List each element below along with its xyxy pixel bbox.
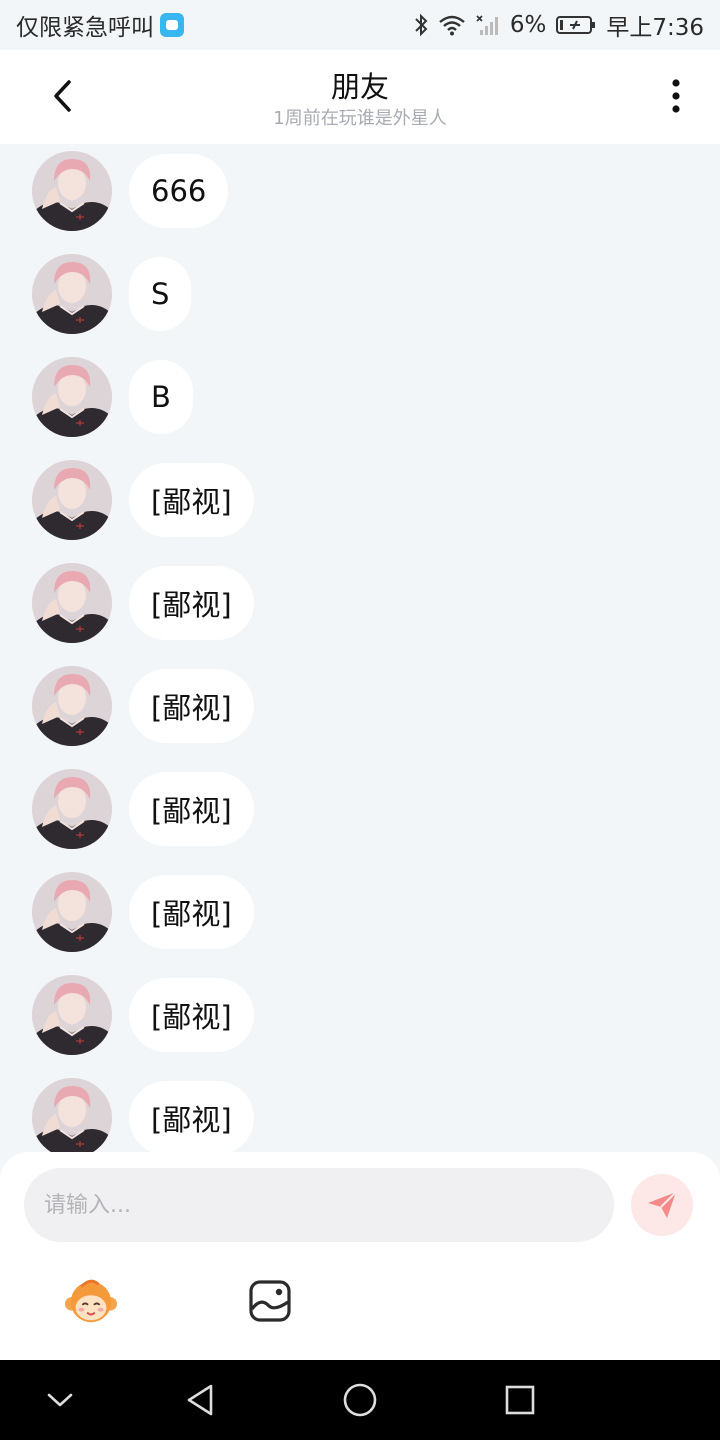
message-row: [鄙视] <box>32 459 254 541</box>
message-input[interactable] <box>24 1168 614 1242</box>
carrier-text: 仅限紧急呼叫 <box>16 15 154 41</box>
message-bubble[interactable]: S <box>129 257 192 331</box>
message-row: [鄙视] <box>32 562 254 644</box>
battery-percent: 6% <box>509 12 547 38</box>
system-nav-bar <box>0 1360 720 1440</box>
wifi-icon <box>439 15 465 36</box>
message-list[interactable]: 666 S B [鄙视] [鄙视] [鄙视] [鄙视] [鄙视] [鄙视] [鄙… <box>0 144 720 1154</box>
recents-nav-button[interactable] <box>494 1374 546 1426</box>
message-bubble[interactable]: [鄙视] <box>129 669 254 743</box>
more-vertical-icon <box>672 79 680 113</box>
page-title: 朋友 <box>330 70 389 104</box>
avatar[interactable] <box>32 769 112 849</box>
message-bubble[interactable]: [鄙视] <box>129 875 254 949</box>
monkey-emoji-icon <box>64 1279 118 1323</box>
home-nav-button[interactable] <box>334 1374 386 1426</box>
avatar[interactable] <box>32 254 112 334</box>
avatar[interactable] <box>32 357 112 437</box>
status-right: 6% 早上7:36 <box>414 8 704 42</box>
message-row: [鄙视] <box>32 768 254 850</box>
triangle-back-icon <box>187 1384 213 1416</box>
avatar[interactable] <box>32 460 112 540</box>
avatar[interactable] <box>32 666 112 746</box>
chat-header: 朋友 1周前在玩谁是外星人 <box>0 50 720 144</box>
message-bubble[interactable]: [鄙视] <box>129 1081 254 1154</box>
message-row: S <box>32 253 192 335</box>
notification-icon <box>160 13 184 37</box>
battery-charging-icon <box>556 16 596 34</box>
emoji-button[interactable] <box>64 1274 118 1328</box>
message-row: [鄙视] <box>32 665 254 747</box>
message-row: [鄙视] <box>32 1077 254 1154</box>
back-nav-button[interactable] <box>174 1374 226 1426</box>
message-row: [鄙视] <box>32 871 254 953</box>
image-button[interactable] <box>243 1274 297 1328</box>
avatar[interactable] <box>32 563 112 643</box>
avatar[interactable] <box>32 872 112 952</box>
status-bar: 仅限紧急呼叫 6% 早上7:36 <box>0 0 720 50</box>
hide-nav-button[interactable] <box>34 1374 86 1426</box>
signal-icon <box>476 15 498 35</box>
message-bubble[interactable]: [鄙视] <box>129 566 254 640</box>
avatar[interactable] <box>32 975 112 1055</box>
message-row: 666 <box>32 150 229 232</box>
send-button[interactable] <box>631 1174 693 1236</box>
message-bubble[interactable]: B <box>129 360 193 434</box>
message-bubble[interactable]: 666 <box>129 154 229 228</box>
input-panel <box>0 1152 720 1360</box>
bluetooth-icon <box>415 13 428 37</box>
more-options-button[interactable] <box>656 70 696 122</box>
chevron-down-icon <box>47 1393 73 1407</box>
avatar[interactable] <box>32 151 112 231</box>
clock: 早上7:36 <box>606 15 704 41</box>
square-recents-icon <box>505 1385 535 1415</box>
paper-plane-icon <box>648 1191 677 1218</box>
circle-home-icon <box>343 1383 377 1417</box>
message-bubble[interactable]: [鄙视] <box>129 978 254 1052</box>
message-row: B <box>32 356 193 438</box>
message-bubble[interactable]: [鄙视] <box>129 463 254 537</box>
status-subtitle: 1周前在玩谁是外星人 <box>273 108 447 129</box>
message-row: [鄙视] <box>32 974 254 1056</box>
image-icon <box>249 1280 291 1322</box>
status-left: 仅限紧急呼叫 <box>16 8 184 42</box>
message-bubble[interactable]: [鄙视] <box>129 772 254 846</box>
avatar[interactable] <box>32 1078 112 1154</box>
